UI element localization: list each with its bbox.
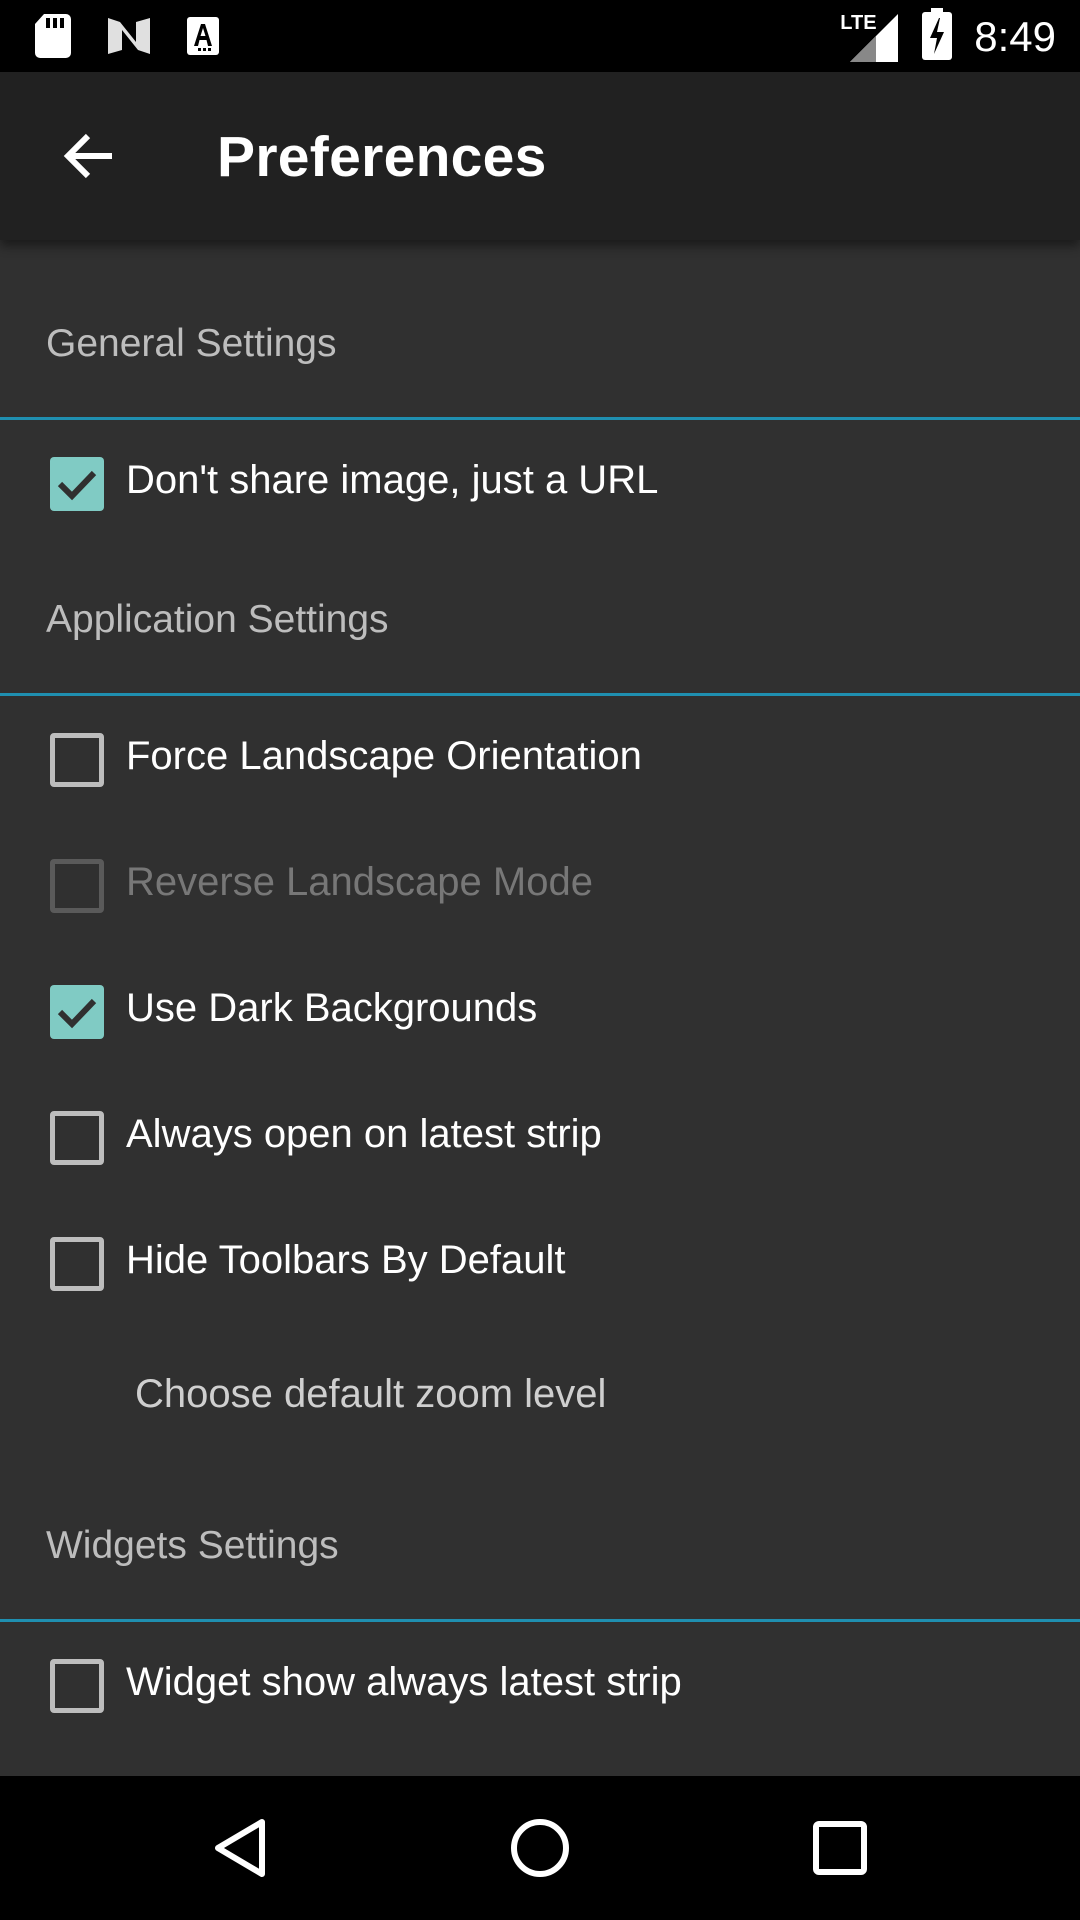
app-bar: Preferences [0, 72, 1080, 240]
status-notifications [34, 14, 220, 63]
pref-label: Don't share image, just a URL [126, 458, 659, 502]
section-title: General Settings [46, 322, 337, 365]
pref-dont-share-image[interactable]: Don't share image, just a URL [0, 420, 1080, 546]
checkbox-unchecked[interactable] [50, 1659, 104, 1713]
lte-signal-icon: LTE [840, 10, 900, 64]
checkbox-unchecked[interactable] [50, 1111, 104, 1165]
status-clock: 8:49 [974, 12, 1056, 60]
pref-force-landscape[interactable]: Force Landscape Orientation [0, 696, 1080, 822]
section-title: Application Settings [46, 598, 389, 641]
pref-label: Always open on latest strip [126, 1112, 602, 1156]
section-title: Widgets Settings [46, 1524, 339, 1567]
pref-hide-toolbars[interactable]: Hide Toolbars By Default [0, 1200, 1080, 1326]
nav-recents-button[interactable] [790, 1798, 890, 1898]
nav-back-button[interactable] [190, 1798, 290, 1898]
pref-label: Force Landscape Orientation [126, 734, 642, 778]
page-title: Preferences [217, 125, 547, 189]
pref-dark-backgrounds[interactable]: Use Dark Backgrounds [0, 948, 1080, 1074]
checkbox-unchecked[interactable] [50, 1237, 104, 1291]
status-system: LTE 8:49 [840, 8, 1056, 65]
sd-card-icon [34, 14, 72, 63]
screen: LTE 8:49 Preferences General Settings Do… [0, 0, 1080, 1920]
pref-reverse-landscape: Reverse Landscape Mode [0, 822, 1080, 948]
pref-label: Hide Toolbars By Default [126, 1238, 566, 1282]
network-type: LTE [840, 11, 877, 34]
text-a-icon [186, 16, 220, 61]
pref-widget-latest-strip[interactable]: Widget show always latest strip [0, 1622, 1080, 1748]
checkmark-icon [57, 470, 97, 501]
pref-label: Widget show always latest strip [126, 1660, 682, 1704]
section-header-general: General Settings [0, 240, 1080, 420]
square-recents-icon [813, 1821, 867, 1875]
preferences-list[interactable]: General Settings Don't share image, just… [0, 240, 1080, 1776]
battery-charging-icon [922, 8, 953, 65]
checkbox-checked[interactable] [50, 985, 104, 1039]
n-logo-icon [106, 16, 152, 61]
arrow-back-icon [63, 133, 112, 179]
pref-label: Choose default zoom level [135, 1372, 607, 1416]
pref-open-latest-strip[interactable]: Always open on latest strip [0, 1074, 1080, 1200]
checkbox-checked[interactable] [50, 457, 104, 511]
pref-label: Reverse Landscape Mode [126, 860, 593, 904]
checkbox-unchecked[interactable] [50, 733, 104, 787]
triangle-back-icon [215, 1819, 265, 1877]
back-button[interactable] [40, 108, 136, 204]
pref-default-zoom-level[interactable]: Choose default zoom level [0, 1326, 1080, 1466]
nav-home-button[interactable] [490, 1798, 590, 1898]
checkbox-disabled [50, 859, 104, 913]
checkmark-icon [57, 998, 97, 1029]
pref-label: Use Dark Backgrounds [126, 986, 538, 1030]
status-bar: LTE 8:49 [0, 0, 1080, 72]
circle-home-icon [511, 1819, 569, 1877]
section-header-application: Application Settings [0, 546, 1080, 696]
navigation-bar [0, 1776, 1080, 1920]
section-header-widgets: Widgets Settings [0, 1466, 1080, 1622]
